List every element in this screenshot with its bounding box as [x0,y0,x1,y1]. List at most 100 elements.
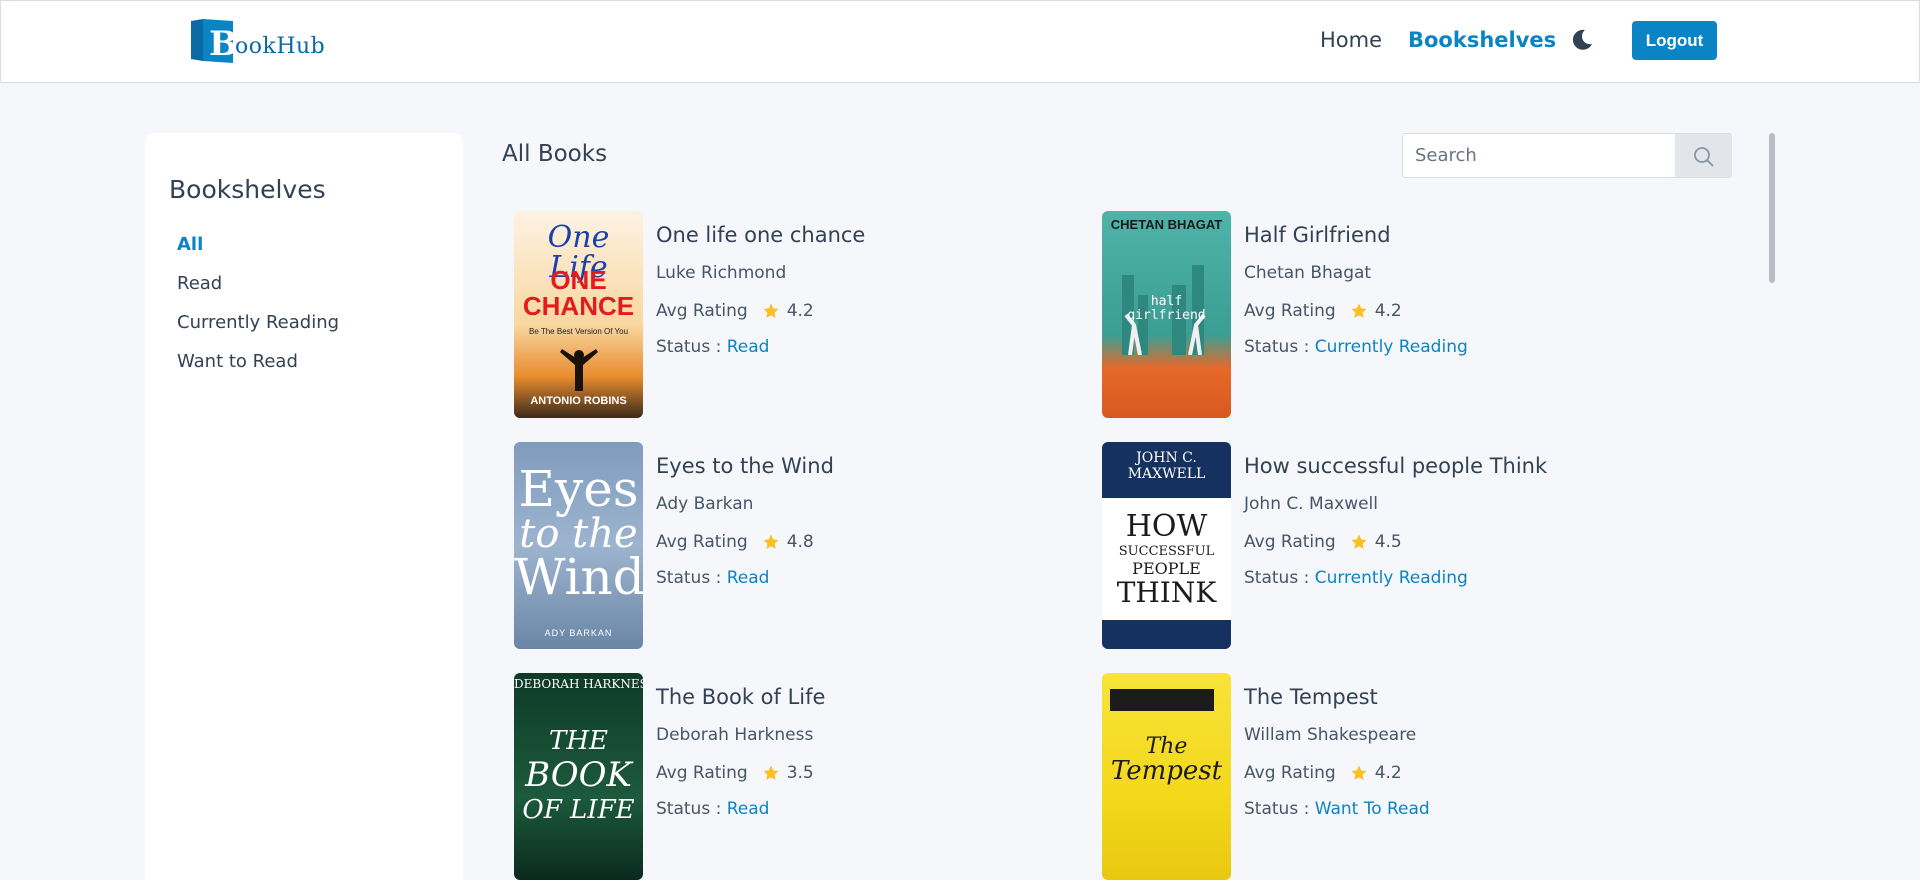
cover-author: JOHN C. MAXWELL [1127,450,1206,482]
book-status: Status : Want To Read [1244,799,1430,819]
book-author: Chetan Bhagat [1244,263,1372,283]
book-author: Willam Shakespeare [1244,725,1417,745]
rating-value: 4.2 [1374,301,1402,321]
book-card[interactable]: DEBORAH HARKNESS THE BOOK OF LIFE The Bo… [514,673,1074,880]
book-title: Eyes to the Wind [656,454,834,478]
cover-author: DEBORAH HARKNESS [514,677,643,691]
book-title: How successful people Think [1244,454,1548,478]
book-cover: One Life ONE CHANCE Be The Best Version … [514,211,643,418]
navbar: B ookHub Home Bookshelves Logout [0,0,1920,83]
status-value: Read [726,799,770,819]
cover-title-line: OF LIFE [522,795,635,825]
status-label: Status : [656,799,727,819]
shelf-item-read[interactable]: Read [177,273,222,294]
book-status: Status : Currently Reading [1244,337,1468,357]
bookhub-logo[interactable]: B ookHub [189,15,326,64]
book-status: Status : Read [656,337,769,357]
book-title: Half Girlfriend [1244,223,1391,247]
book-rating: Avg Rating 4.2 [656,301,814,321]
book-rating: Avg Rating 3.5 [656,763,814,783]
book-cover: CHETAN BHAGAT half girlfriend [1102,211,1231,418]
book-card[interactable]: JOHN C. MAXWELL HOW SUCCESSFUL PEOPLE TH… [1102,442,1662,650]
cover-author: ANTONIO ROBINS [530,395,627,407]
status-label: Status : [1244,337,1315,357]
book-logo-icon: B [189,17,238,64]
rating-value: 4.5 [1374,532,1402,552]
status-label: Status : [656,568,727,588]
rating-value: 3.5 [786,763,814,783]
book-author: Luke Richmond [656,263,787,283]
cover-title-line: THINK [1116,576,1217,609]
status-label: Status : [1244,799,1315,819]
moon-icon[interactable] [1569,27,1595,53]
status-label: Status : [1244,568,1315,588]
book-title: The Tempest [1244,685,1378,709]
rating-value: 4.8 [786,532,814,552]
status-label: Status : [656,337,727,357]
star-icon [1351,303,1367,318]
search-icon [1694,147,1714,167]
book-cover: DEBORAH HARKNESS THE BOOK OF LIFE [514,673,643,880]
book-rating: Avg Rating 4.8 [656,532,814,552]
book-author: John C. Maxwell [1244,494,1378,514]
star-icon [1351,765,1367,780]
cover-title-line: HOW [1125,509,1208,544]
status-value: Read [726,337,770,357]
book-rating: Avg Rating 4.5 [1244,532,1402,552]
book-author: Ady Barkan [656,494,754,514]
book-rating: Avg Rating 4.2 [1244,301,1402,321]
book-title: The Book of Life [656,685,826,709]
book-card[interactable]: The Tempest The Tempest Willam Shakespea… [1102,673,1662,880]
rating-label: Avg Rating [1244,532,1336,552]
search-input[interactable] [1403,134,1675,177]
book-cover: The Tempest [1102,673,1231,880]
nav-home-link[interactable]: Home [1320,28,1382,52]
rating-label: Avg Rating [656,763,748,783]
rating-value: 4.2 [1374,763,1402,783]
status-value: Currently Reading [1314,568,1468,588]
rating-label: Avg Rating [656,532,748,552]
book-card[interactable]: Eyes to the Wind ADY BARKAN Eyes to the … [514,442,1074,650]
cover-title-line: half [1150,294,1183,309]
shelf-item-currently-reading[interactable]: Currently Reading [177,312,339,333]
silhouette-icon [560,349,598,391]
nav-bookshelves-link[interactable]: Bookshelves [1408,28,1556,52]
book-card[interactable]: CHETAN BHAGAT half girlfriend Half Girlf… [1102,211,1662,419]
cover-title-line: girlfriend [1127,308,1206,323]
cover-title-line: BOOK [525,755,632,795]
shelf-item-want-to-read[interactable]: Want to Read [177,351,298,372]
cover-title-line: SUCCESSFUL [1118,544,1215,559]
cover-author: ADY BARKAN [544,628,613,638]
rating-label: Avg Rating [1244,763,1336,783]
status-value: Want To Read [1314,799,1430,819]
search-button[interactable] [1675,134,1732,177]
shelf-item-all[interactable]: All [177,234,203,255]
logout-button[interactable]: Logout [1632,21,1717,60]
sidebar-title: Bookshelves [169,175,326,204]
star-icon [763,534,779,549]
cover-title-line: ONE [550,265,607,295]
cover-title-line: CHANCE [522,291,635,321]
logo-text: ookHub [235,34,326,59]
cover-tagline: Be The Best Version Of You [528,327,629,336]
rating-label: Avg Rating [656,301,748,321]
star-icon [1351,534,1367,549]
scrollbar-thumb[interactable] [1769,133,1775,283]
cover-author: CHETAN BHAGAT [1110,217,1223,232]
book-author: Deborah Harkness [656,725,814,745]
book-status: Status : Read [656,799,769,819]
search-bar [1402,133,1732,178]
cover-title-line: THE [549,726,608,756]
book-cover: Eyes to the Wind ADY BARKAN [514,442,643,649]
cover-title-line: Eyes [518,460,639,518]
book-cover: JOHN C. MAXWELL HOW SUCCESSFUL PEOPLE TH… [1102,442,1231,649]
cover-title-line: Wind [514,548,643,606]
star-icon [763,303,779,318]
book-rating: Avg Rating 4.2 [1244,763,1402,783]
book-title: One life one chance [656,223,866,247]
rating-label: Avg Rating [1244,301,1336,321]
status-value: Read [726,568,770,588]
book-status: Status : Read [656,568,769,588]
book-card[interactable]: One Life ONE CHANCE Be The Best Version … [514,211,1074,419]
status-value: Currently Reading [1314,337,1468,357]
